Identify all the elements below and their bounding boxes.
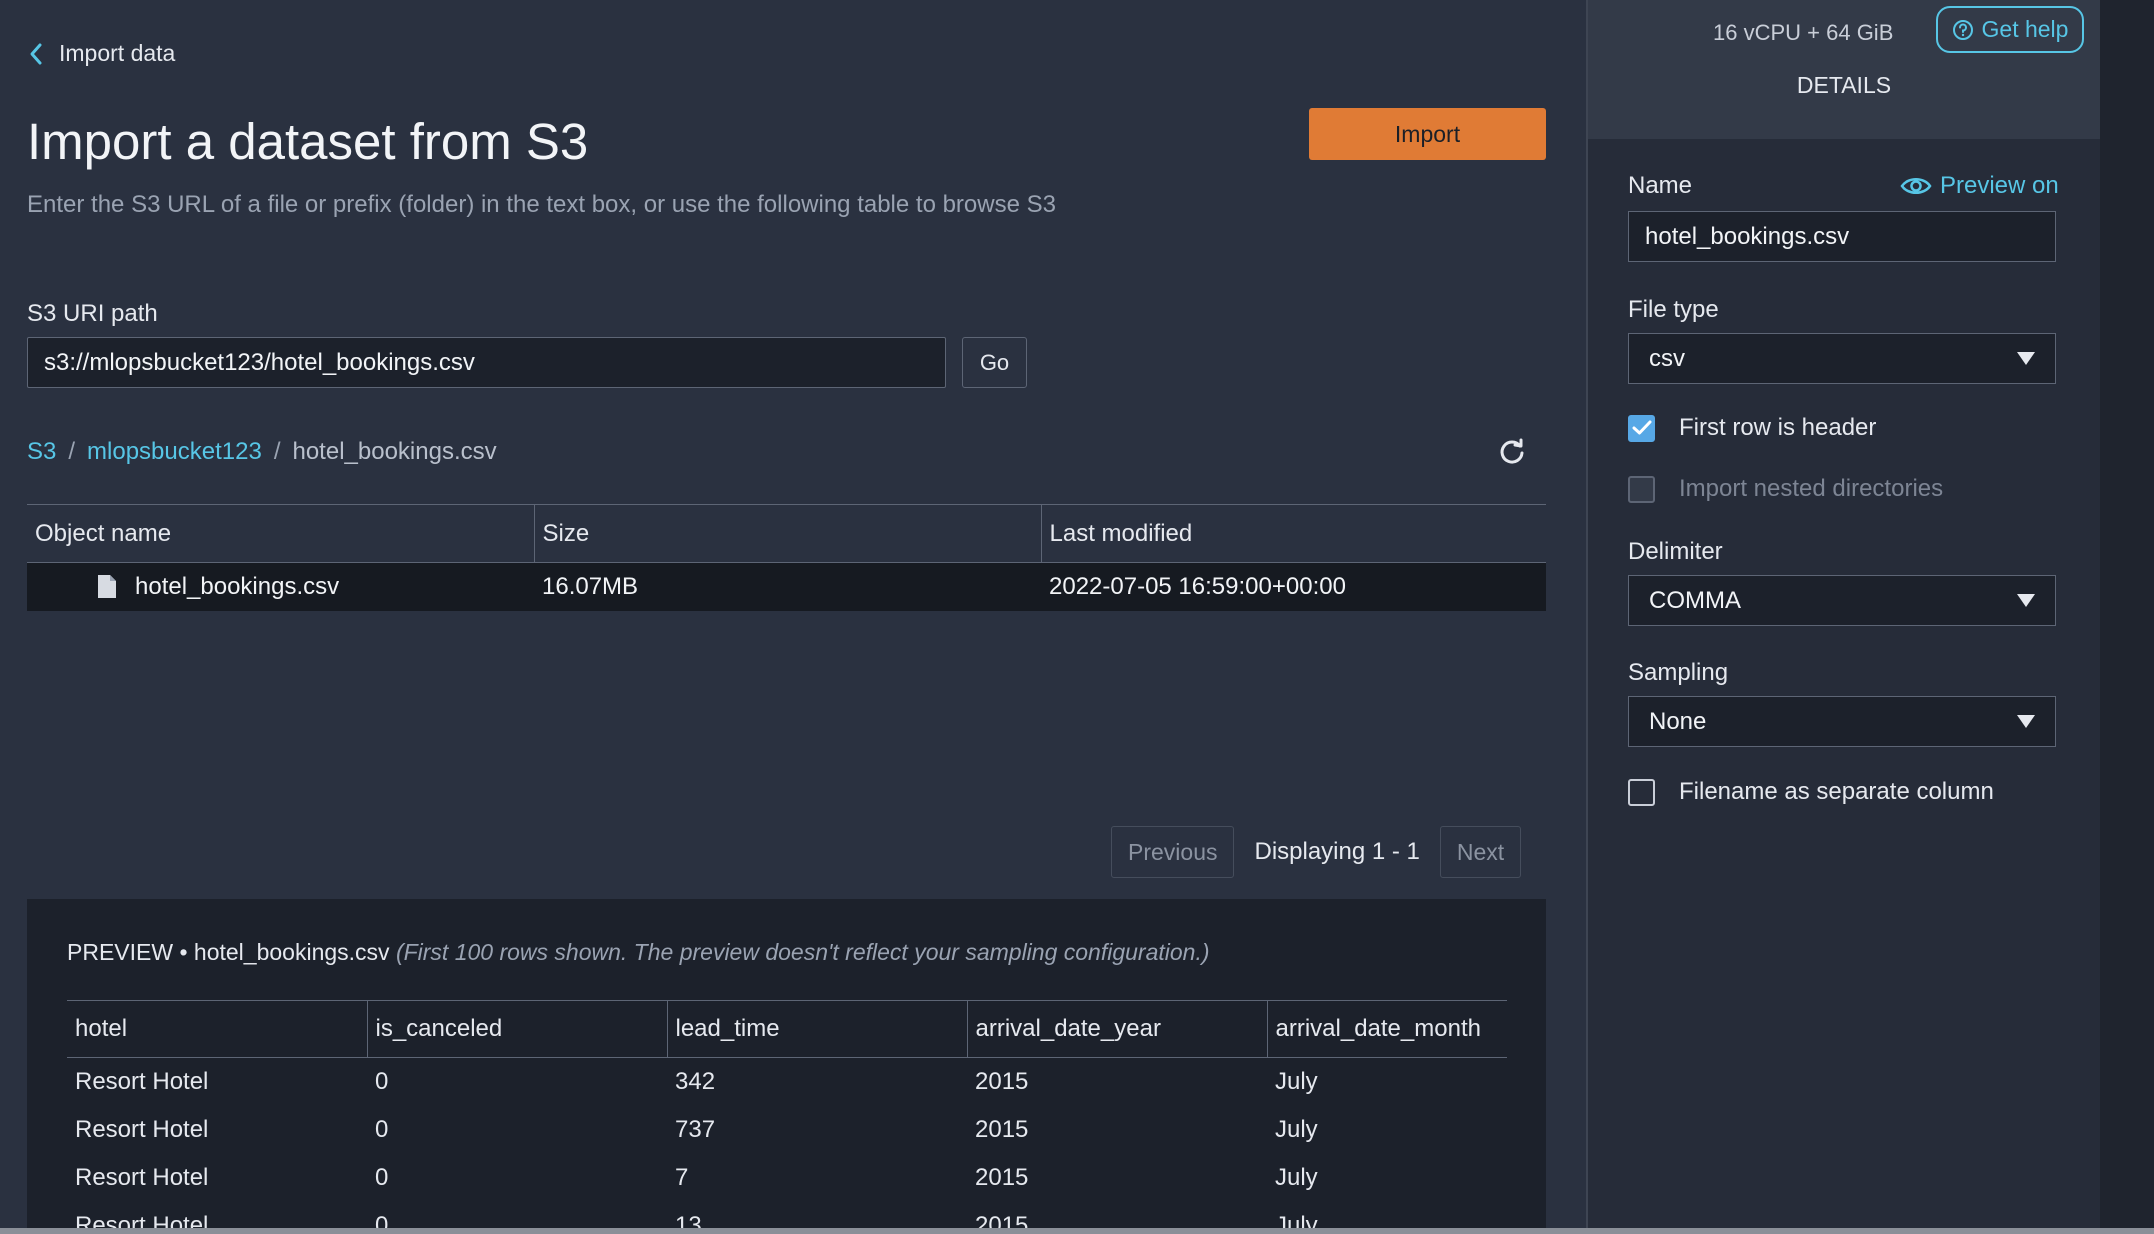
filename-column-checkbox[interactable] [1628,778,1655,806]
preview-column-header: arrival_date_year [966,1000,1267,1058]
table-cell: 737 [675,1115,716,1143]
table-row: Resort Hotel 0 7 2015 July [67,1154,1507,1202]
file-type-label: File type [1628,296,1719,323]
preview-heading: PREVIEW • hotel_bookings.csv (First 100 … [67,939,1210,966]
table-cell: Resort Hotel [75,1067,209,1095]
nested-directories-label: Import nested directories [1679,475,1944,502]
table-cell: July [1275,1115,1318,1143]
table-row[interactable]: hotel_bookings.csv 16.07MB 2022-07-05 16… [27,562,1546,611]
sampling-label: Sampling [1628,659,1729,686]
checkmark-icon [1632,420,1651,435]
table-cell: 0 [375,1163,389,1191]
table-row: Resort Hotel 0 342 2015 July [67,1058,1507,1106]
objects-header-row: Object name Size Last modified [27,504,1546,563]
window-bottom-border [0,1228,2154,1234]
preview-toggle-label: Preview on [1940,172,2059,199]
sampling-select[interactable]: None [1628,696,2056,747]
nested-directories-checkbox [1628,475,1655,503]
table-cell: 2015 [975,1163,1029,1191]
preview-section: PREVIEW • hotel_bookings.csv (First 100 … [27,899,1546,1234]
breadcrumb-separator: / [273,438,281,465]
preview-table: hotel is_canceled lead_time arrival_date… [67,1000,1507,1234]
sampling-value: None [1649,707,1707,735]
instance-resources: 16 vCPU + 64 GiB [1713,20,1894,45]
preview-bullet: • [179,939,188,965]
main-area: Import data Import a dataset from S3 Ent… [0,0,1586,1234]
help-circle-icon [1952,19,1973,40]
pagination: Previous Displaying 1 - 1 Next [1111,826,1522,878]
filename-column-label: Filename as separate column [1679,778,1994,805]
table-cell: 0 [375,1115,389,1143]
details-panel: 16 vCPU + 64 GiB Get help DETAILS Name P… [1588,0,2100,1234]
dataset-name-input[interactable] [1628,211,2056,262]
back-link[interactable]: Import data [27,40,175,67]
table-cell: Resort Hotel [75,1163,209,1191]
import-button[interactable]: Import [1309,108,1546,160]
get-help-button[interactable]: Get help [1936,6,2084,53]
refresh-icon[interactable] [1498,437,1526,465]
table-cell: 7 [675,1163,689,1191]
first-row-header-label: First row is header [1679,414,1877,441]
file-icon [98,575,116,599]
object-last-modified: 2022-07-05 16:59:00+00:00 [1041,562,1546,611]
breadcrumb-s3[interactable]: S3 [27,438,56,466]
get-help-label: Get help [1981,16,2069,42]
object-name-cell[interactable]: hotel_bookings.csv [27,562,534,611]
file-type-value: csv [1649,344,1685,372]
s3-uri-label: S3 URI path [27,300,158,327]
previous-button[interactable]: Previous [1111,826,1235,878]
preview-column-header: hotel [67,1000,367,1058]
pagination-status: Displaying 1 - 1 [1254,838,1420,865]
page-title: Import a dataset from S3 [27,113,589,170]
delimiter-select[interactable]: COMMA [1628,575,2056,626]
table-cell: 0 [375,1067,389,1095]
table-cell: July [1275,1163,1318,1191]
file-type-select[interactable]: csv [1628,333,2056,384]
preview-column-header: arrival_date_month [1266,1000,1507,1058]
column-header-size[interactable]: Size [533,504,1041,563]
table-cell: Resort Hotel [75,1115,209,1143]
details-title: DETAILS [1796,72,1892,98]
first-row-header-checkbox[interactable] [1628,414,1655,442]
object-size: 16.07MB [534,562,1041,611]
objects-table: Object name Size Last modified hotel_boo… [27,504,1546,611]
eye-icon [1900,178,1932,194]
page-subtitle: Enter the S3 URL of a file or prefix (fo… [27,191,1056,218]
preview-note: (First 100 rows shown. The preview doesn… [395,939,1210,965]
window-edge [2100,0,2154,1234]
caret-down-icon [2017,715,2035,728]
s3-uri-input[interactable] [27,337,946,388]
go-button[interactable]: Go [962,337,1027,388]
preview-column-header: lead_time [666,1000,967,1058]
first-row-header-option[interactable]: First row is header [1628,414,1876,442]
details-panel-header: 16 vCPU + 64 GiB Get help DETAILS [1588,0,2100,139]
caret-down-icon [2017,594,2035,607]
breadcrumb: S3 / mlopsbucket123 / hotel_bookings.csv [27,438,497,466]
object-name: hotel_bookings.csv [135,572,340,600]
name-label: Name [1628,172,1693,199]
nested-directories-option: Import nested directories [1628,475,1943,503]
preview-column-header: is_canceled [366,1000,667,1058]
column-header-object-name[interactable]: Object name [27,504,534,563]
delimiter-label: Delimiter [1628,538,1723,565]
table-cell: July [1275,1067,1318,1095]
preview-label: PREVIEW [67,939,174,965]
back-link-label: Import data [59,40,176,66]
preview-toggle[interactable]: Preview on [1900,172,2059,200]
delimiter-value: COMMA [1649,586,1741,614]
table-cell: 342 [675,1067,716,1095]
filename-column-option[interactable]: Filename as separate column [1628,778,1994,806]
caret-down-icon [2017,352,2035,365]
preview-header-row: hotel is_canceled lead_time arrival_date… [67,1000,1507,1058]
next-button[interactable]: Next [1439,826,1522,878]
preview-file-name: hotel_bookings.csv [193,939,390,965]
table-cell: 2015 [975,1115,1029,1143]
chevron-left-icon [30,43,42,64]
breadcrumb-current-file: hotel_bookings.csv [292,438,497,465]
breadcrumb-separator: / [68,438,76,465]
table-row: Resort Hotel 0 737 2015 July [67,1106,1507,1154]
table-cell: 2015 [975,1067,1029,1095]
breadcrumb-bucket[interactable]: mlopsbucket123 [87,438,262,466]
column-header-last-modified[interactable]: Last modified [1040,504,1546,563]
